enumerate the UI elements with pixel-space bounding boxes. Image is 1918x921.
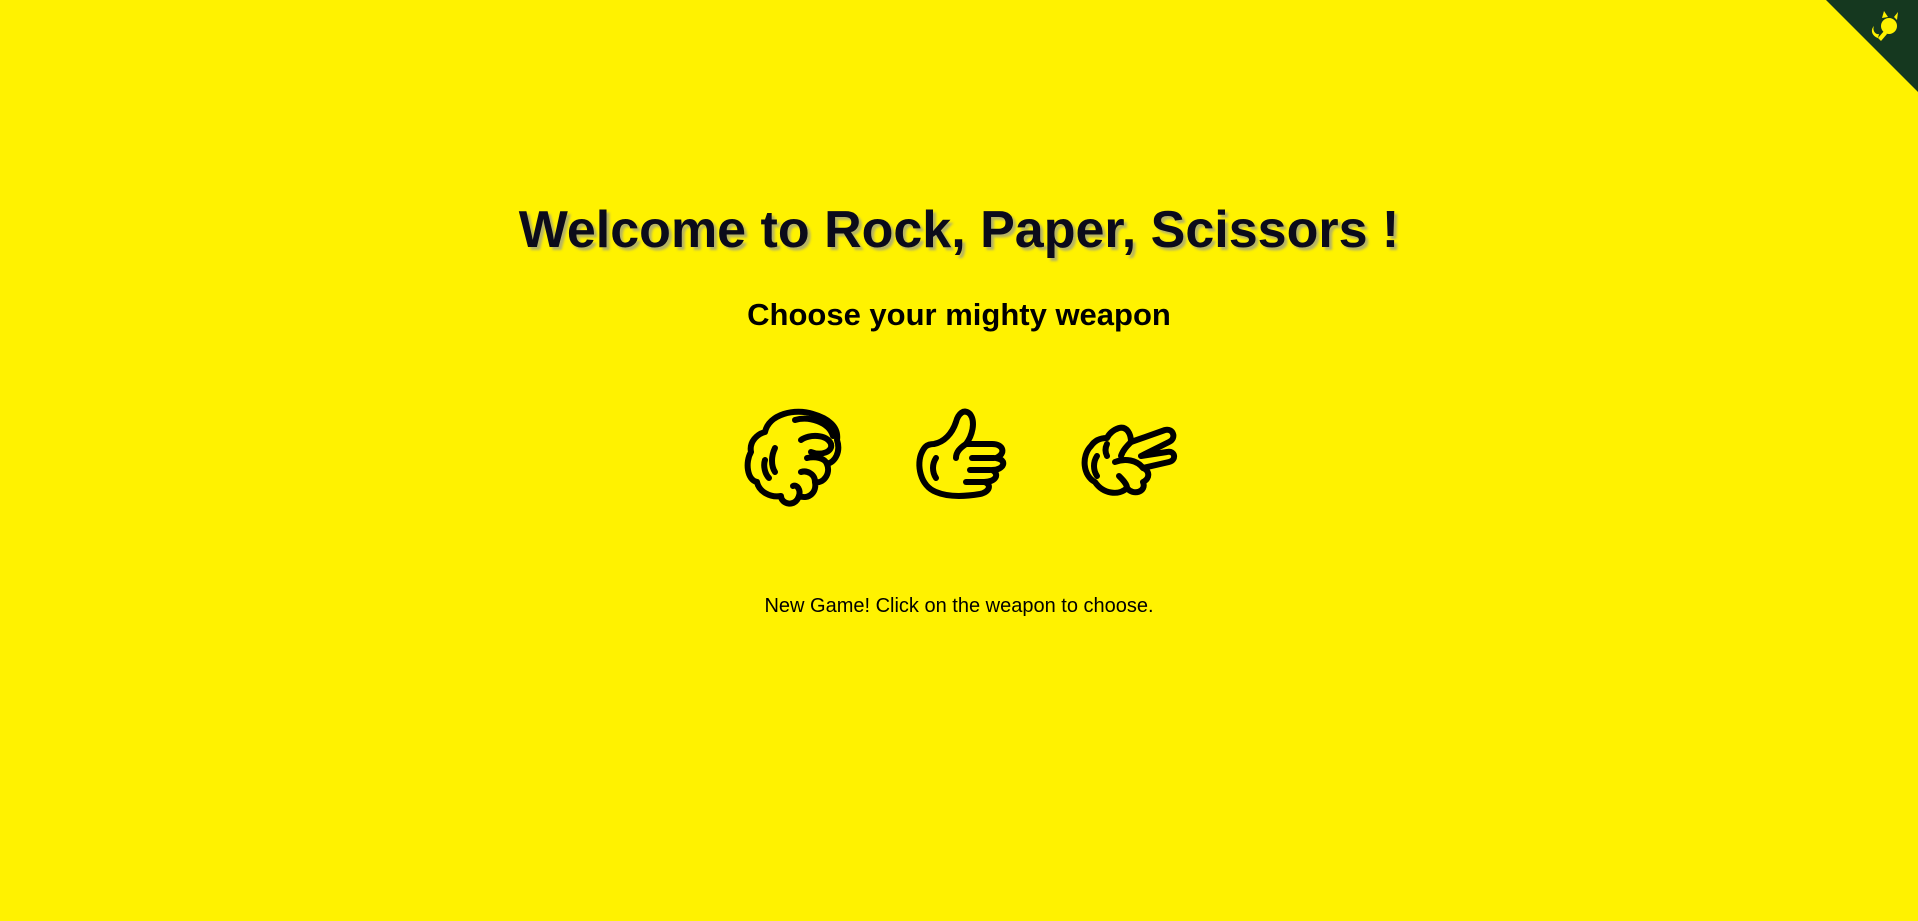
scissors-button[interactable] — [1067, 400, 1185, 510]
page-subtitle: Choose your mighty weapon — [747, 297, 1171, 332]
paper-button[interactable] — [900, 400, 1018, 510]
game-status-message: New Game! Click on the weapon to choose. — [764, 595, 1154, 617]
github-octocat-icon — [1826, 0, 1918, 92]
paper-hand-icon — [916, 408, 1007, 499]
rock-hand-icon — [744, 408, 842, 507]
weapon-choices — [0, 400, 1918, 510]
page-title: Welcome to Rock, Paper, Scissors ! — [518, 201, 1400, 259]
scissors-hand-icon — [1081, 424, 1177, 496]
github-corner-link[interactable] — [1826, 0, 1918, 92]
rock-button[interactable] — [735, 400, 853, 510]
